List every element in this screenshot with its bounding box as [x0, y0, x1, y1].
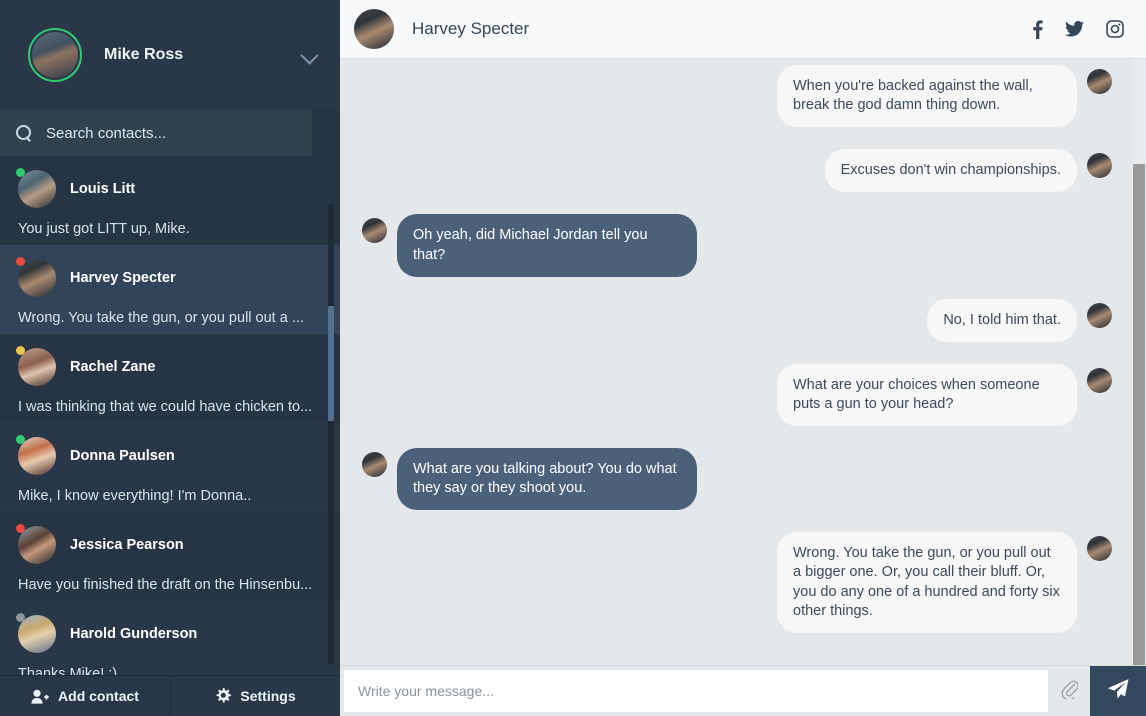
contact-preview-message: Mike, I know everything! I'm Donna.. [18, 488, 252, 504]
avatar [32, 32, 78, 78]
social-links [1032, 19, 1124, 39]
message-input-field[interactable] [344, 670, 1048, 712]
status-indicator-dot [16, 346, 25, 355]
message-composer [340, 665, 1146, 716]
sidebar-scrollbar-track[interactable] [328, 204, 334, 664]
message-bubble[interactable]: What are your choices when someone puts … [777, 363, 1077, 426]
avatar [18, 348, 56, 386]
contact-preview-message: Thanks Mike! :) [18, 666, 118, 675]
message-avatar [1087, 536, 1112, 562]
message-bubble[interactable]: No, I told him that. [927, 298, 1077, 342]
contact-avatar-wrap [16, 346, 56, 386]
contact-list-item[interactable]: Harold Gunderson Thanks Mike! :) [0, 601, 340, 675]
contact-list-item[interactable]: Jessica Pearson Have you finished the dra… [0, 512, 340, 601]
contact-preview-message: Have you finished the draft on the Hinse… [18, 577, 313, 593]
search-icon [16, 125, 32, 141]
add-contact-button[interactable]: Add contact [0, 676, 170, 716]
chat-contact-avatar [354, 9, 394, 49]
avatar [18, 526, 56, 564]
message-bubble[interactable]: Wrong. You take the gun, or you pull out… [777, 532, 1077, 633]
avatar [18, 170, 56, 208]
contact-preview-message: You just got LITT up, Mike. [18, 221, 190, 237]
send-message-button[interactable] [1090, 666, 1146, 716]
search-contacts-bar[interactable] [0, 110, 312, 156]
chevron-down-icon[interactable] [302, 47, 318, 63]
settings-button[interactable]: Settings [170, 676, 340, 716]
contact-name: Rachel Zane [70, 359, 156, 375]
contact-name: Louis Litt [70, 181, 136, 197]
settings-label: Settings [240, 688, 296, 704]
message-avatar [1087, 69, 1112, 94]
gear-icon [215, 688, 232, 704]
attach-file-button[interactable] [1048, 666, 1090, 716]
chat-header: Harvey Specter [340, 0, 1146, 59]
avatar [18, 259, 56, 297]
contact-list-item[interactable]: Louis Litt You just got LITT up, Mike. [0, 156, 340, 245]
status-indicator-dot [16, 435, 25, 444]
contact-list-item[interactable]: Donna Paulsen Mike, I know everything! I'… [0, 423, 340, 512]
status-indicator-dot [16, 257, 25, 266]
message-row: Excuses don't win championships. [362, 149, 1112, 193]
message-row: Wrong. You take the gun, or you pull out… [362, 532, 1112, 633]
contact-avatar-wrap [16, 613, 56, 653]
status-indicator-dot [16, 168, 25, 177]
contact-list-item[interactable]: Harvey Specter Wrong. You take the gun, o… [0, 245, 340, 334]
contact-name: Jessica Pearson [70, 537, 184, 553]
message-avatar [1087, 302, 1112, 328]
user-plus-icon [31, 689, 49, 704]
message-avatar [362, 452, 387, 477]
chat-scrollbar-thumb[interactable] [1133, 164, 1145, 665]
contact-avatar-wrap [16, 168, 56, 208]
message-avatar [362, 218, 387, 244]
facebook-icon[interactable] [1032, 19, 1043, 39]
messages-list[interactable]: When you're backed against the wall, bre… [340, 59, 1146, 665]
message-bubble[interactable]: When you're backed against the wall, bre… [777, 65, 1077, 128]
message-bubble[interactable]: Oh yeah, did Michael Jordan tell you tha… [397, 214, 697, 277]
contact-name: Donna Paulsen [70, 448, 175, 464]
contact-preview-message: Wrong. You take the gun, or you pull out… [18, 310, 304, 326]
chat-application: Mike Ross Louis Litt You just got LITT up… [0, 0, 1146, 716]
sidebar-footer: Add contact Settings [0, 675, 340, 716]
status-indicator-dot [16, 524, 25, 533]
current-user-header[interactable]: Mike Ross [0, 0, 340, 110]
message-avatar [1087, 367, 1112, 393]
message-row: What are your choices when someone puts … [362, 363, 1112, 426]
chat-panel: Harvey Specter When you're backed agains… [340, 0, 1146, 716]
contact-avatar-wrap [16, 435, 56, 475]
message-row: Oh yeah, did Michael Jordan tell you tha… [362, 214, 1112, 277]
contact-preview-message: I was thinking that we could have chicke… [18, 399, 313, 415]
message-bubble[interactable]: What are you talking about? You do what … [397, 448, 697, 511]
sidebar-scrollbar-thumb[interactable] [328, 306, 334, 421]
contacts-list[interactable]: Louis Litt You just got LITT up, Mike. Har… [0, 156, 340, 675]
twitter-icon[interactable] [1065, 21, 1084, 37]
message-row: What are you talking about? You do what … [362, 448, 1112, 511]
contact-name: Harvey Specter [70, 270, 176, 286]
instagram-icon[interactable] [1106, 20, 1124, 38]
contact-name: Harold Gunderson [70, 626, 198, 642]
chat-contact-name: Harvey Specter [412, 19, 530, 38]
status-indicator-dot [16, 613, 25, 622]
contact-list-item[interactable]: Rachel Zane I was thinking that we could … [0, 334, 340, 423]
current-user-avatar-ring [28, 28, 82, 82]
avatar [18, 437, 56, 475]
contact-avatar-wrap [16, 257, 56, 297]
send-paper-plane-icon [1106, 677, 1130, 706]
current-user-name: Mike Ross [104, 46, 184, 63]
search-input[interactable] [46, 124, 298, 142]
message-bubble[interactable]: Excuses don't win championships. [824, 149, 1077, 193]
message-row: No, I told him that. [362, 298, 1112, 342]
chat-scrollbar-track[interactable] [1132, 59, 1146, 665]
message-avatar [1087, 153, 1112, 179]
message-input[interactable] [358, 683, 1034, 699]
message-row: When you're backed against the wall, bre… [362, 65, 1112, 128]
avatar [18, 615, 56, 653]
add-contact-label: Add contact [58, 688, 139, 704]
sidebar: Mike Ross Louis Litt You just got LITT up… [0, 0, 340, 716]
contact-avatar-wrap [16, 524, 56, 564]
paperclip-icon [1061, 679, 1079, 704]
